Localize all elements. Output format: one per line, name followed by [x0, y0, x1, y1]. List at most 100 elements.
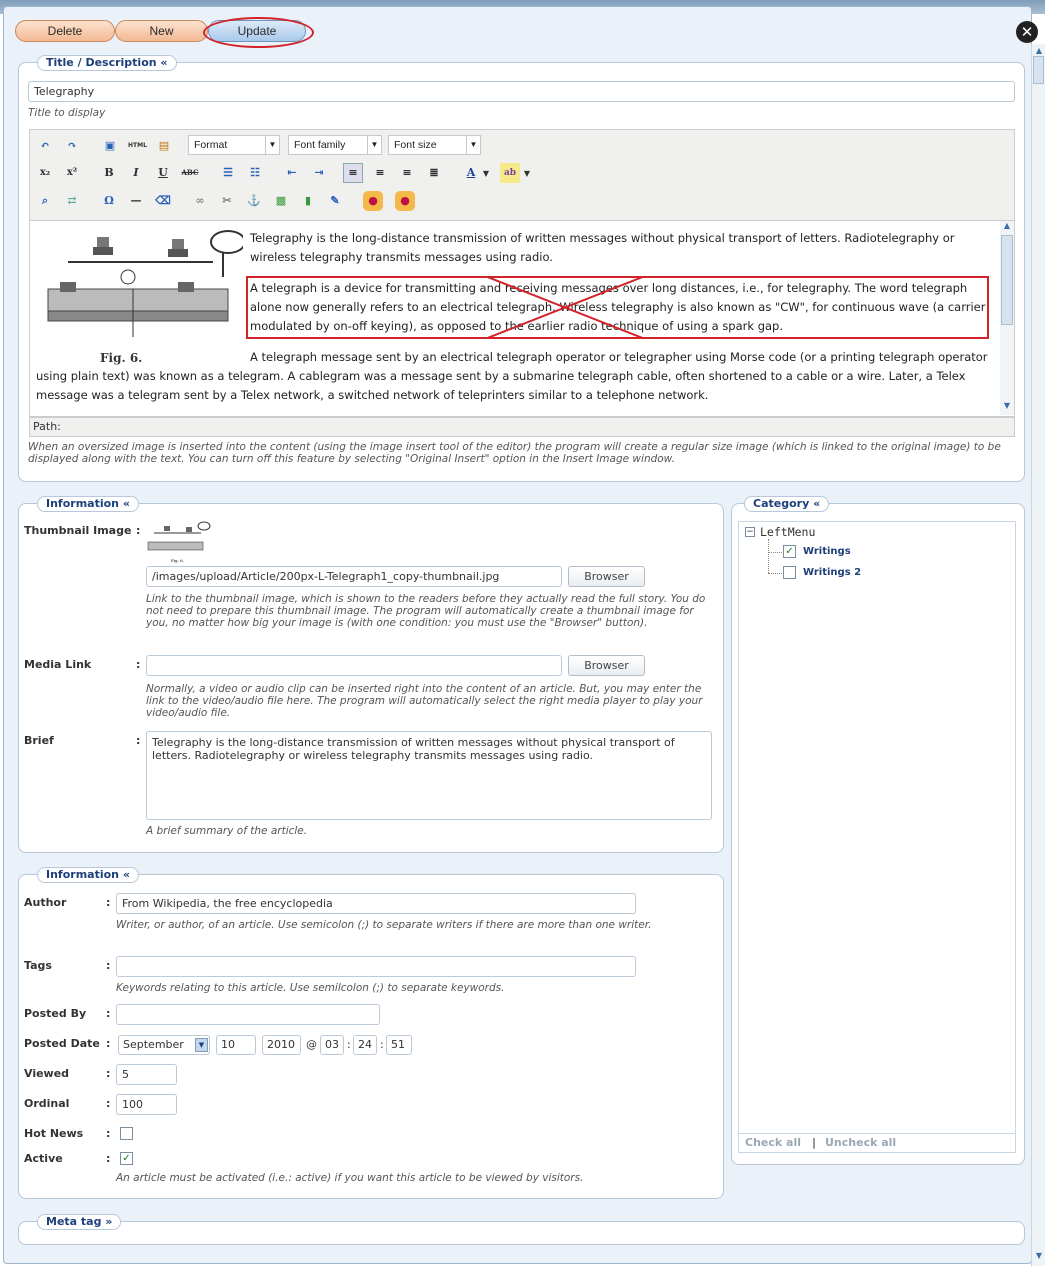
html-source-icon[interactable]: HTML	[127, 136, 147, 156]
format-dropdown[interactable]: Format ▼	[188, 135, 280, 155]
redo-icon[interactable]: ↷	[62, 136, 82, 156]
underline-icon[interactable]: U	[153, 163, 173, 183]
tree-root[interactable]: LeftMenu	[760, 525, 815, 539]
second-input[interactable]: 51	[386, 1035, 412, 1055]
category-checkbox-writings[interactable]: ✓	[783, 545, 796, 558]
colon: :	[106, 1097, 111, 1110]
image-icon[interactable]: ▩	[271, 191, 291, 211]
scroll-down-icon[interactable]: ▼	[1034, 1251, 1044, 1261]
category-item-writings-2[interactable]: Writings 2	[803, 567, 861, 578]
editor-scrollbar[interactable]: ▲ ▼	[1000, 221, 1014, 415]
viewed-input[interactable]	[116, 1064, 177, 1085]
uncheck-all-link[interactable]: Uncheck all	[825, 1136, 896, 1149]
highlight-color-icon[interactable]: ab	[500, 163, 520, 183]
align-left-icon[interactable]: ≡	[343, 163, 363, 183]
update-annotation-circle	[203, 17, 314, 48]
chevron-down-icon[interactable]: ▼	[466, 135, 481, 155]
align-center-icon[interactable]: ≡	[370, 163, 390, 183]
media-icon[interactable]: ▮	[298, 191, 318, 211]
brief-textarea[interactable]: Telegraphy is the long-distance transmis…	[146, 731, 712, 820]
align-justify-icon[interactable]: ≣	[424, 163, 444, 183]
active-checkbox[interactable]: ✓	[120, 1152, 133, 1165]
colon: :	[136, 734, 141, 747]
superscript-icon[interactable]: x²	[62, 163, 82, 183]
find-icon[interactable]: ⌕	[35, 191, 55, 211]
font-size-dropdown[interactable]: Font size ▼	[388, 135, 481, 155]
close-icon[interactable]: ✕	[1016, 21, 1038, 43]
scroll-down-icon[interactable]: ▼	[1000, 401, 1014, 413]
scroll-thumb[interactable]	[1033, 56, 1044, 84]
ordinal-input[interactable]	[116, 1094, 177, 1115]
category-legend[interactable]: Category «	[744, 496, 830, 512]
month-select[interactable]: September ▼	[118, 1035, 210, 1055]
text-color-icon[interactable]: A	[461, 163, 481, 183]
minute-input[interactable]: 24	[353, 1035, 377, 1055]
indent-icon[interactable]: ⇥	[309, 163, 329, 183]
anchor-icon[interactable]: ⚓	[244, 191, 264, 211]
replace-icon[interactable]: ⇄	[62, 191, 82, 211]
collapse-icon[interactable]: −	[745, 527, 755, 537]
title-description-legend[interactable]: Title / Description «	[37, 55, 177, 71]
bullet-list-icon[interactable]: ☰	[218, 163, 238, 183]
hour-input[interactable]: 03	[320, 1035, 344, 1055]
rich-text-editor[interactable]: Fig. 6. Telegraphy is the long-distance …	[29, 220, 1015, 417]
paragraph-1: Telegraphy is the long-distance transmis…	[250, 231, 955, 264]
thumbnail-browser-button[interactable]: Browser	[568, 566, 645, 587]
brief-hint: A brief summary of the article.	[146, 825, 308, 837]
path-label: Path:	[33, 420, 61, 433]
media-browser-button[interactable]: Browser	[568, 655, 645, 676]
delete-button[interactable]: Delete	[15, 20, 115, 42]
information-legend[interactable]: Information «	[37, 496, 139, 512]
link-icon[interactable]: ∞	[190, 191, 210, 211]
strikethrough-icon[interactable]: ABC	[180, 163, 200, 183]
outdent-icon[interactable]: ⇤	[282, 163, 302, 183]
chevron-down-icon[interactable]: ▼	[367, 135, 382, 155]
thumbnail-path-input[interactable]	[146, 566, 562, 587]
check-all-link[interactable]: Check all	[745, 1136, 801, 1149]
scroll-thumb[interactable]	[1001, 235, 1013, 325]
author-input[interactable]	[116, 893, 636, 914]
posted-date-label: Posted Date	[24, 1037, 100, 1050]
subscript-icon[interactable]: x₂	[35, 163, 55, 183]
horizontal-rule-icon[interactable]: —	[126, 191, 146, 211]
align-right-icon[interactable]: ≡	[397, 163, 417, 183]
chevron-down-icon[interactable]: ▼	[195, 1038, 208, 1052]
scroll-up-icon[interactable]: ▲	[1000, 221, 1014, 233]
meta-tag-legend[interactable]: Meta tag »	[37, 1214, 122, 1230]
posted-by-input[interactable]	[116, 1004, 380, 1025]
colon: :	[106, 896, 111, 909]
title-input[interactable]	[28, 81, 1015, 102]
font-family-label: Font family	[294, 139, 346, 151]
day-input[interactable]: 10	[216, 1035, 256, 1055]
chevron-down-icon[interactable]: ▼	[480, 163, 492, 183]
page-scrollbar[interactable]: ▲ ▼	[1031, 44, 1045, 1266]
chevron-down-icon[interactable]: ▼	[521, 163, 533, 183]
undo-icon[interactable]: ↶	[35, 136, 55, 156]
numbered-list-icon[interactable]: ☷	[245, 163, 265, 183]
plugin-icon[interactable]: ●	[363, 191, 383, 211]
fullscreen-icon[interactable]: ▣	[100, 136, 120, 156]
eraser-icon[interactable]: ⌫	[153, 191, 173, 211]
category-checkbox-writings-2[interactable]	[783, 566, 796, 579]
colon: :	[106, 1127, 111, 1140]
category-item-writings[interactable]: Writings	[803, 546, 851, 557]
font-family-dropdown[interactable]: Font family ▼	[288, 135, 382, 155]
scroll-up-icon[interactable]: ▲	[1034, 46, 1044, 56]
unlink-icon[interactable]: ✂	[217, 191, 237, 211]
author-label: Author	[24, 896, 67, 909]
information-legend[interactable]: Information «	[37, 867, 139, 883]
plugin-icon[interactable]: ●	[395, 191, 415, 211]
italic-icon[interactable]: I	[126, 163, 146, 183]
tags-input[interactable]	[116, 956, 636, 977]
new-button[interactable]: New	[115, 20, 208, 42]
media-link-input[interactable]	[146, 655, 562, 676]
chevron-down-icon[interactable]: ▼	[265, 135, 280, 155]
edit-image-icon[interactable]: ✎	[325, 191, 345, 211]
editor-hint: When an oversized image is inserted into…	[28, 441, 1001, 465]
hot-news-checkbox[interactable]	[120, 1127, 133, 1140]
special-char-icon[interactable]: Ω	[99, 191, 119, 211]
bold-icon[interactable]: B	[99, 163, 119, 183]
paste-word-icon[interactable]: ▤	[154, 136, 174, 156]
brief-label: Brief	[24, 734, 54, 747]
year-input[interactable]: 2010	[262, 1035, 301, 1055]
